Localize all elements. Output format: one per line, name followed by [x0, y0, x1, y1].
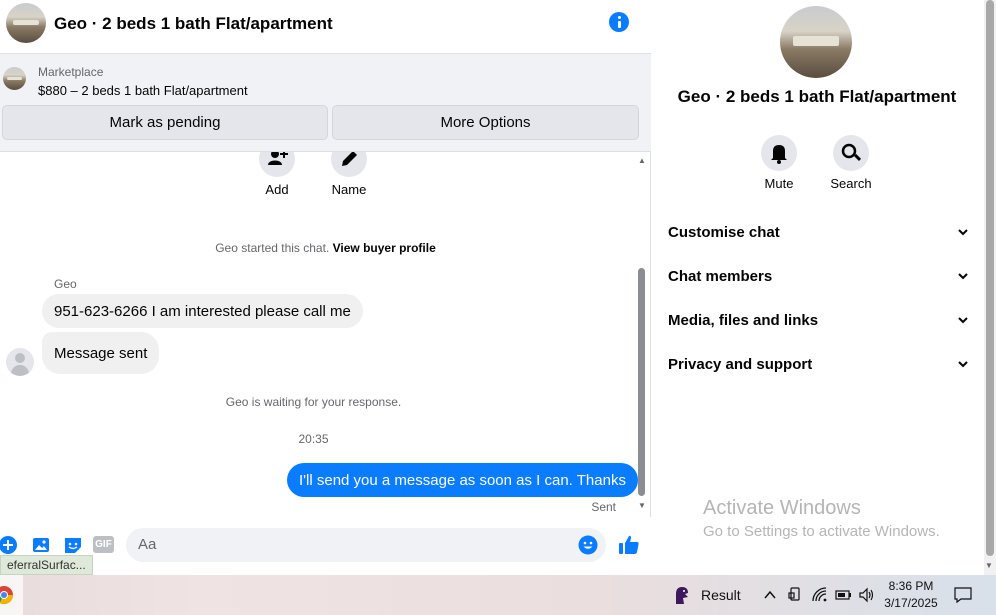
add-person-icon: [268, 152, 288, 165]
wifi-icon[interactable]: [812, 587, 828, 603]
message-list: Add Name Geo started this chat. View buy…: [0, 152, 651, 517]
chevron-up-icon[interactable]: [763, 588, 777, 602]
sticker-icon[interactable]: [63, 535, 83, 555]
more-options-button[interactable]: More Options: [332, 105, 639, 140]
status-url-tooltip: eferralSurfac...: [0, 555, 93, 575]
activate-windows-title: Activate Windows: [703, 497, 861, 519]
pencil-icon: [342, 152, 357, 166]
search-label: Search: [830, 176, 872, 191]
chat-title: Geo · 2 beds 1 bath Flat/apartment: [54, 14, 333, 33]
taskbar-clock-time[interactable]: 8:36 PM: [882, 579, 940, 593]
thumbs-up-icon[interactable]: [618, 534, 640, 556]
chat-started-text: Geo started this chat.: [215, 241, 330, 255]
view-buyer-profile-link[interactable]: View buyer profile: [333, 241, 436, 255]
scroll-up-arrow[interactable]: ▲: [636, 156, 648, 165]
section-privacy-support[interactable]: Privacy and support: [668, 349, 968, 379]
section-label: Customise chat: [668, 223, 780, 241]
search-button[interactable]: [833, 135, 869, 171]
incoming-message[interactable]: Message sent: [42, 332, 160, 374]
taskbar-clock-date[interactable]: 3/17/2025: [882, 596, 940, 610]
messenger-window: Geo · 2 beds 1 bath Flat/apartment Marke…: [0, 0, 996, 615]
windows-taskbar: Result 8:36 PM 3/17/2025: [0, 575, 996, 615]
composer: GIF: [0, 517, 651, 575]
section-label: Chat members: [668, 267, 773, 285]
gif-icon[interactable]: GIF: [93, 536, 114, 553]
photo-icon[interactable]: [31, 535, 51, 555]
search-icon: [841, 143, 862, 161]
chat-pane: Geo · 2 beds 1 bath Flat/apartment Marke…: [0, 0, 651, 575]
meet-now-icon[interactable]: [788, 587, 802, 603]
plus-circle-icon[interactable]: [0, 535, 19, 555]
listing-thumbnail[interactable]: [3, 67, 26, 90]
listing-title[interactable]: $880 – 2 beds 1 bath Flat/apartment: [38, 83, 248, 98]
section-customise-chat[interactable]: Customise chat: [668, 217, 968, 247]
sender-name: Geo: [54, 277, 77, 291]
section-media-files-links[interactable]: Media, files and links: [668, 305, 968, 335]
chat-info-pane: Geo · 2 beds 1 bath Flat/apartment Mute …: [652, 0, 996, 575]
section-chat-members[interactable]: Chat members: [668, 261, 968, 291]
incoming-message-text: Message sent: [54, 344, 148, 362]
chevron-down-icon: [958, 317, 968, 324]
taskbar-result-label[interactable]: Result: [701, 587, 741, 603]
premier-league-icon[interactable]: [672, 584, 692, 606]
chat-started-notice: Geo started this chat. View buyer profil…: [0, 241, 651, 255]
marketplace-label: Marketplace: [38, 65, 104, 79]
message-status: Sent: [591, 500, 616, 514]
section-label: Media, files and links: [668, 311, 819, 329]
incoming-message-text: 951-623-6266 I am interested please call…: [54, 302, 351, 320]
marketplace-bar: Marketplace $880 – 2 beds 1 bath Flat/ap…: [0, 54, 651, 152]
sender-avatar[interactable]: [6, 348, 34, 376]
chrome-icon[interactable]: [0, 585, 14, 605]
message-input-box[interactable]: [126, 528, 606, 562]
section-label: Privacy and support: [668, 355, 813, 373]
info-title: Geo · 2 beds 1 bath Flat/apartment: [677, 87, 957, 106]
page-scrollbar-thumb[interactable]: [986, 0, 994, 556]
add-label: Add: [265, 182, 289, 197]
chevron-down-icon: [958, 229, 968, 236]
message-input[interactable]: [138, 536, 558, 553]
scroll-down-arrow[interactable]: ▼: [636, 501, 648, 510]
activate-windows-subtitle: Go to Settings to activate Windows.: [703, 523, 940, 540]
listing-avatar[interactable]: [6, 3, 46, 43]
mark-as-pending-button[interactable]: Mark as pending: [2, 105, 328, 140]
timestamp: 20:35: [298, 432, 329, 446]
add-person-button[interactable]: [259, 152, 295, 177]
volume-icon[interactable]: [858, 587, 876, 603]
chevron-down-icon: [958, 361, 968, 368]
notification-icon[interactable]: [954, 586, 972, 604]
battery-icon[interactable]: [835, 589, 853, 601]
emoji-icon[interactable]: [578, 535, 598, 555]
name-label: Name: [331, 182, 367, 197]
info-avatar[interactable]: [780, 6, 852, 78]
name-button[interactable]: [331, 152, 367, 177]
bell-icon: [771, 145, 787, 164]
gif-label: GIF: [95, 539, 112, 550]
chat-scrollbar-thumb[interactable]: [638, 268, 645, 496]
outgoing-message[interactable]: I'll send you a message as soon as I can…: [287, 463, 638, 497]
info-icon[interactable]: [609, 12, 629, 32]
page-scroll-down-arrow[interactable]: ▼: [985, 561, 993, 570]
waiting-notice: Geo is waiting for your response.: [225, 395, 402, 409]
mute-label: Mute: [764, 176, 794, 191]
outgoing-message-text: I'll send you a message as soon as I can…: [299, 471, 626, 489]
mute-button[interactable]: [761, 135, 797, 171]
incoming-message[interactable]: 951-623-6266 I am interested please call…: [42, 294, 363, 328]
chevron-down-icon: [958, 273, 968, 280]
chat-header: Geo · 2 beds 1 bath Flat/apartment: [0, 0, 651, 54]
